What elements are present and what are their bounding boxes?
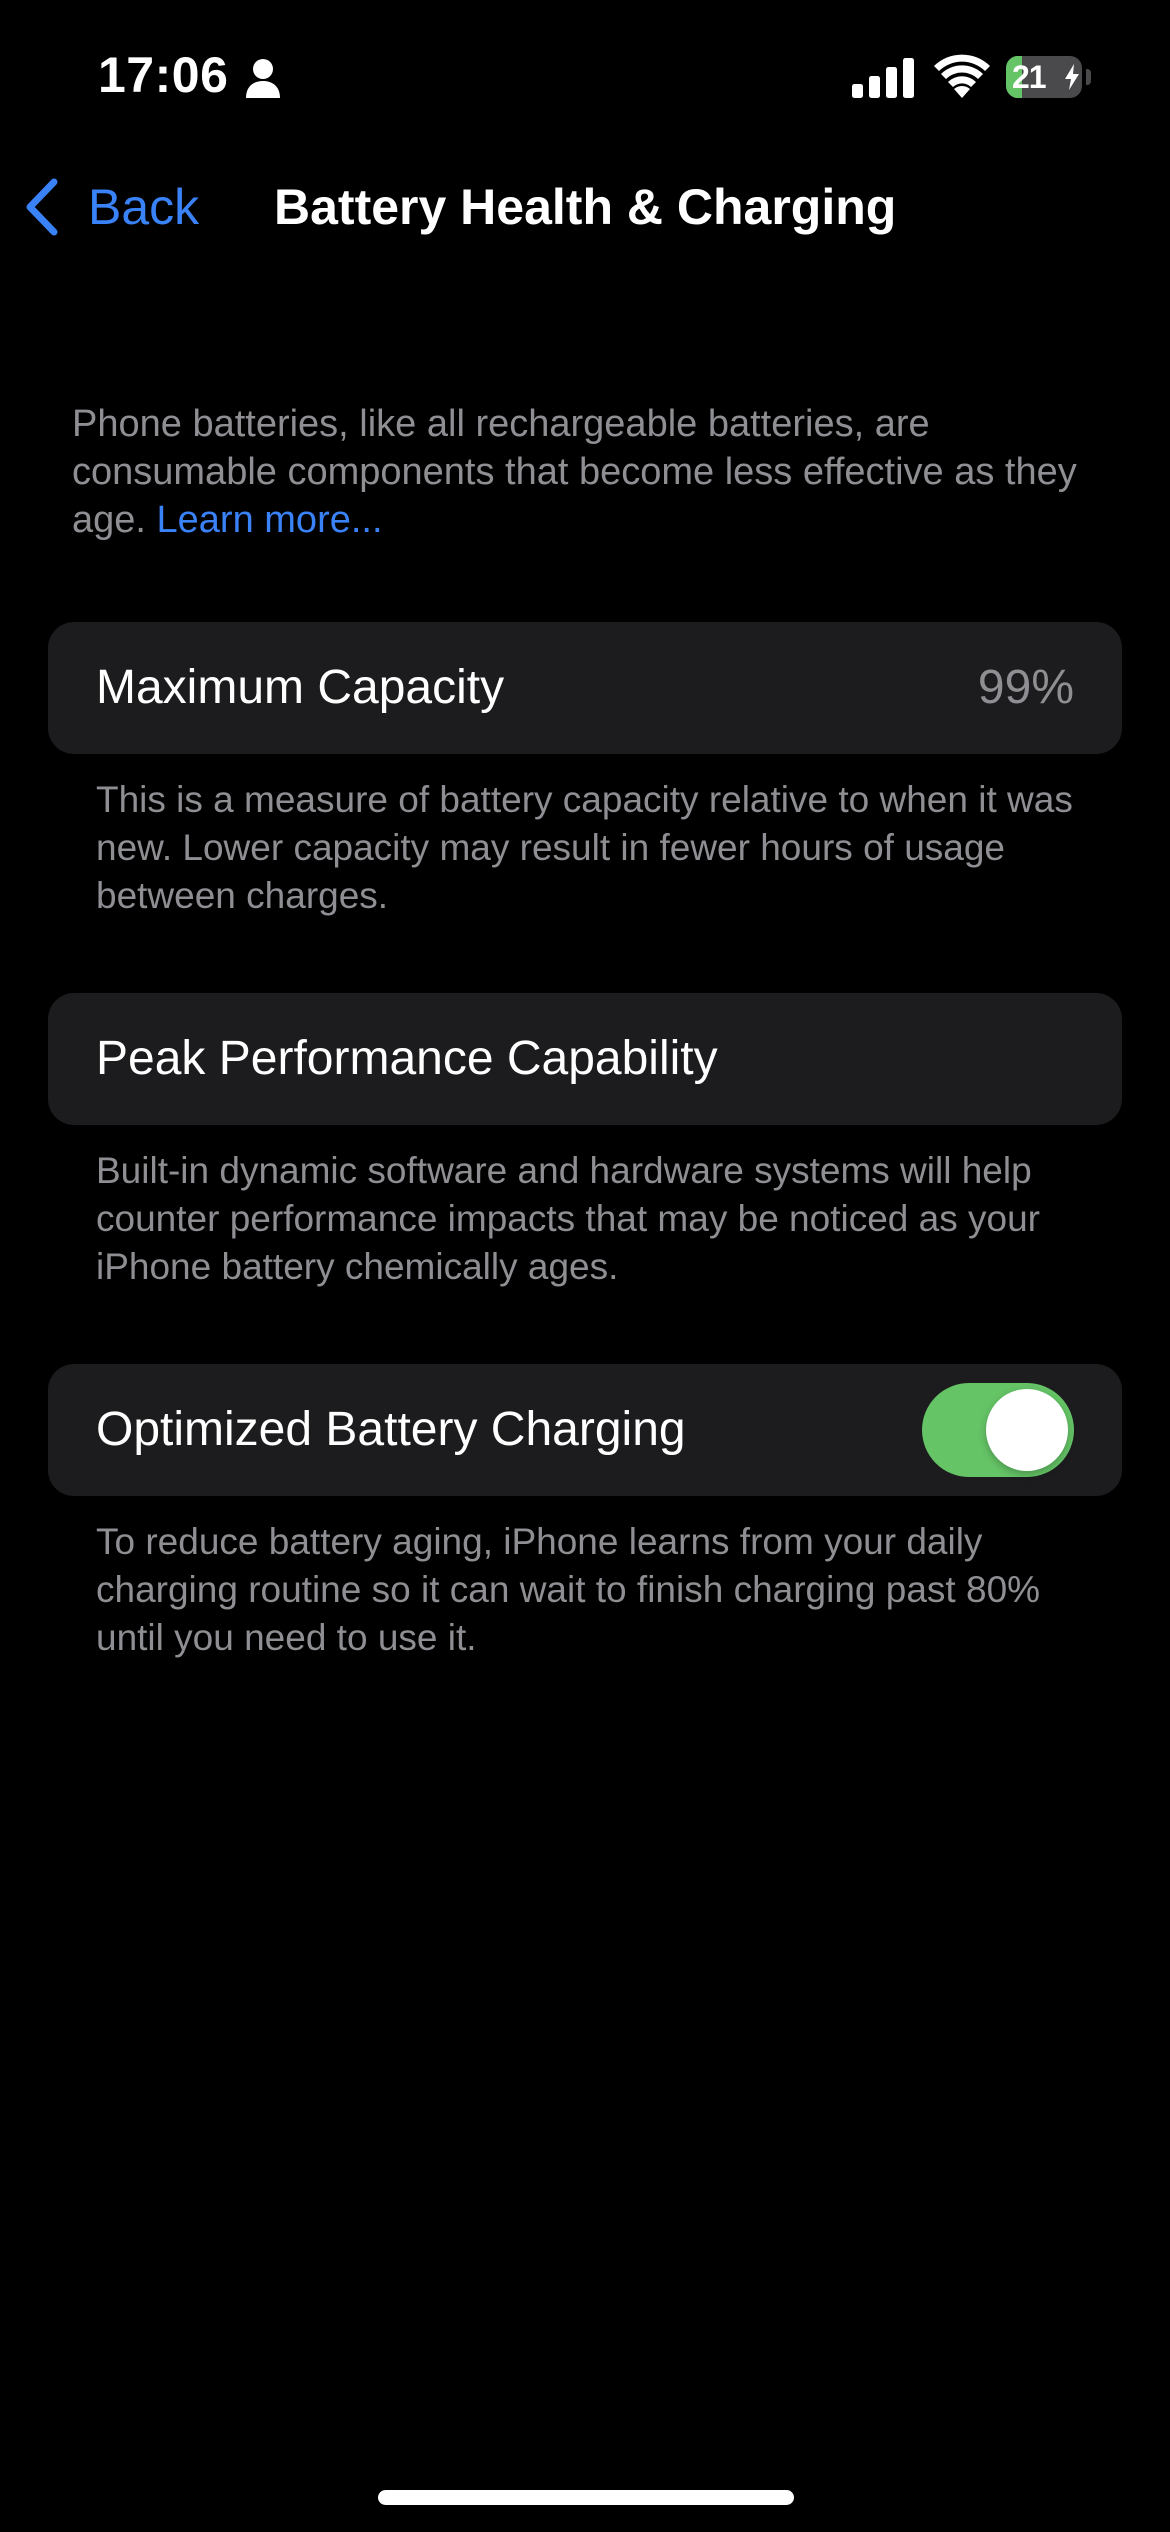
status-time: 17:06	[98, 47, 229, 103]
maximum-capacity-footer: This is a measure of battery capacity re…	[96, 779, 1073, 916]
back-button[interactable]: Back	[22, 170, 199, 244]
peak-performance-label: Peak Performance Capability	[96, 1032, 718, 1085]
battery-tip	[1086, 69, 1091, 85]
peak-performance-footer: Built-in dynamic software and hardware s…	[96, 1150, 1040, 1287]
wifi-icon	[934, 54, 990, 98]
person-icon	[246, 59, 280, 98]
battery-shell: 21	[1006, 56, 1082, 98]
maximum-capacity-value: 99%	[977, 661, 1074, 714]
peak-performance-row: Peak Performance Capability	[48, 993, 1122, 1125]
battery-charging-icon: 21	[1006, 56, 1092, 98]
maximum-capacity-row: Maximum Capacity 99%	[48, 622, 1122, 754]
toggle-knob	[986, 1389, 1068, 1471]
cellular-signal-icon	[852, 58, 914, 98]
optimized-charging-row: Optimized Battery Charging	[48, 1364, 1122, 1496]
optimized-charging-toggle[interactable]	[922, 1383, 1074, 1477]
home-indicator[interactable]	[378, 2490, 794, 2505]
optimized-charging-footer: To reduce battery aging, iPhone learns f…	[96, 1521, 1041, 1658]
page-title: Battery Health & Charging	[274, 179, 897, 235]
optimized-charging-label: Optimized Battery Charging	[96, 1403, 686, 1456]
status-bar: 17:06 21	[0, 0, 1170, 150]
battery-level: 21	[1012, 59, 1047, 95]
back-label: Back	[88, 179, 200, 235]
maximum-capacity-label: Maximum Capacity	[96, 661, 505, 714]
chevron-left-icon	[26, 178, 58, 236]
learn-more-link[interactable]: Learn more...	[157, 499, 383, 541]
bolt-icon	[1065, 64, 1079, 90]
intro-text: Phone batteries, like all rechargeable b…	[72, 400, 1112, 544]
